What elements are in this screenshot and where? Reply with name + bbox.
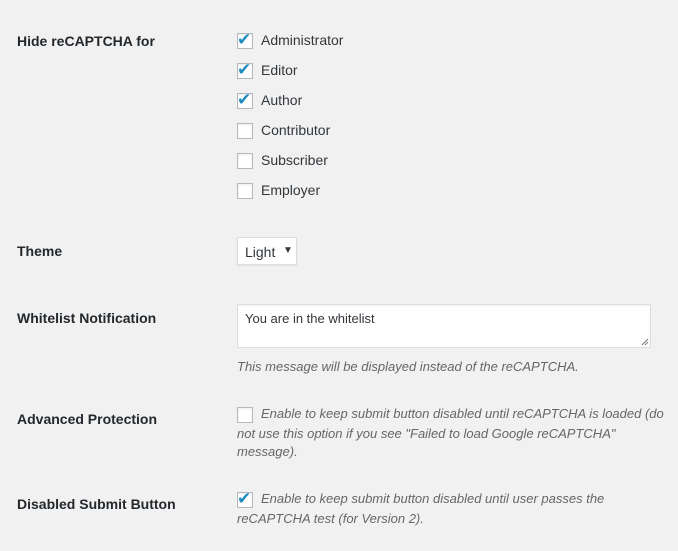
dropdown-arrow-icon: ▼ [283,245,293,256]
role-label-subscriber[interactable]: Subscriber [261,152,328,168]
disabled-submit-checkbox[interactable]: ✔ [237,489,253,508]
role-label-author[interactable]: Author [261,92,302,108]
recaptcha-settings-panel: Hide reCAPTCHA for ✔ Administrator ✔ Edi… [0,0,678,551]
disabled-submit-description-line1: Enable to keep submit button disabled un… [261,491,605,506]
role-checkbox-employer[interactable]: ✔ [237,183,253,199]
check-icon: ✔ [237,60,252,79]
role-checkbox-subscriber[interactable]: ✔ [237,153,253,169]
disabled-submit-description-line2: reCAPTCHA test (for Version 2). [237,511,424,526]
disabled-submit-label: Disabled Submit Button [17,496,176,512]
hide-recaptcha-label: Hide reCAPTCHA for [17,33,155,49]
check-icon: ✔ [237,90,252,109]
role-checkbox-author[interactable]: ✔ [237,90,253,109]
advanced-protection-description-line3: message). [237,444,298,459]
advanced-protection-description-line1: Enable to keep submit button disabled un… [261,406,664,421]
whitelist-notification-textarea[interactable]: You are in the whitelist [237,304,651,348]
whitelist-notification-label: Whitelist Notification [17,310,157,326]
check-icon: ✔ [237,30,252,49]
role-label-contributor[interactable]: Contributor [261,122,330,138]
role-checkbox-contributor[interactable]: ✔ [237,123,253,139]
theme-label: Theme [17,243,63,259]
role-label-employer[interactable]: Employer [261,182,320,198]
resize-grip-icon[interactable] [641,338,649,346]
advanced-protection-description-line2: not use this option if you see "Failed t… [237,426,616,441]
theme-selected-value: Light [245,244,276,260]
check-icon: ✔ [237,489,252,508]
role-label-administrator[interactable]: Administrator [261,32,343,48]
whitelist-notification-value: You are in the whitelist [245,311,375,326]
advanced-protection-label: Advanced Protection [17,411,158,427]
whitelist-notification-description: This message will be displayed instead o… [237,359,579,374]
role-checkbox-administrator[interactable]: ✔ [237,30,253,49]
role-label-editor[interactable]: Editor [261,62,298,78]
advanced-protection-checkbox[interactable]: ✔ [237,407,253,423]
theme-select[interactable]: Light ▼ [237,237,297,265]
role-checkbox-editor[interactable]: ✔ [237,60,253,79]
